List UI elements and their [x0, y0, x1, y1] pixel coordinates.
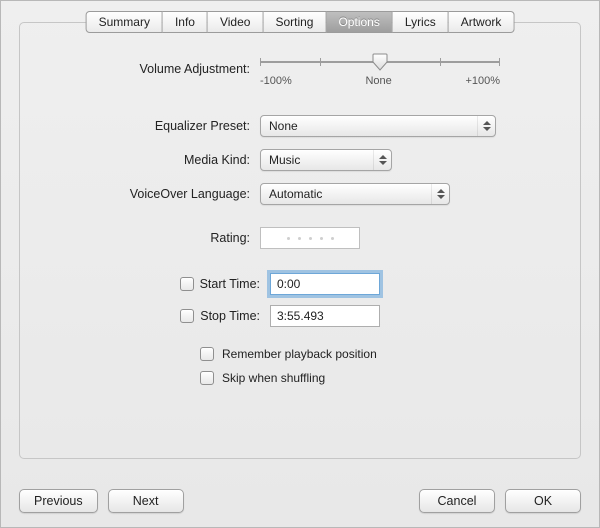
- volume-label: Volume Adjustment:: [40, 62, 260, 76]
- equalizer-label: Equalizer Preset:: [40, 119, 260, 133]
- stop-time-input[interactable]: [270, 305, 380, 327]
- tab-options[interactable]: Options: [326, 11, 392, 33]
- media-kind-value: Music: [269, 153, 300, 167]
- slider-mid-label: None: [365, 75, 391, 87]
- remember-checkbox[interactable]: [200, 347, 214, 361]
- skip-label: Skip when shuffling: [222, 371, 325, 385]
- previous-button[interactable]: Previous: [19, 489, 98, 513]
- tab-sorting[interactable]: Sorting: [263, 11, 326, 33]
- media-kind-popup[interactable]: Music: [260, 149, 392, 171]
- next-button[interactable]: Next: [108, 489, 184, 513]
- tab-lyrics[interactable]: Lyrics: [393, 11, 449, 33]
- tab-artwork[interactable]: Artwork: [449, 11, 515, 33]
- updown-icon: [477, 116, 495, 136]
- options-dialog: Summary Info Video Sorting Options Lyric…: [0, 0, 600, 528]
- volume-slider[interactable]: -100% None +100%: [260, 51, 500, 87]
- voiceover-popup[interactable]: Automatic: [260, 183, 450, 205]
- tab-video[interactable]: Video: [208, 11, 263, 33]
- updown-icon: [431, 184, 449, 204]
- stop-time-label: Stop Time:: [200, 309, 260, 323]
- voiceover-label: VoiceOver Language:: [40, 187, 260, 201]
- equalizer-value: None: [269, 119, 298, 133]
- remember-label: Remember playback position: [222, 347, 377, 361]
- updown-icon: [373, 150, 391, 170]
- rating-field[interactable]: [260, 227, 360, 249]
- start-time-input[interactable]: [270, 273, 380, 295]
- options-content: Volume Adjustment:: [40, 51, 560, 438]
- skip-checkbox[interactable]: [200, 371, 214, 385]
- voiceover-value: Automatic: [269, 187, 322, 201]
- slider-max-label: +100%: [465, 75, 500, 87]
- start-time-label: Start Time:: [200, 277, 260, 291]
- slider-min-label: -100%: [260, 75, 292, 87]
- equalizer-popup[interactable]: None: [260, 115, 496, 137]
- tab-bar: Summary Info Video Sorting Options Lyric…: [86, 11, 515, 33]
- ok-button[interactable]: OK: [505, 489, 581, 513]
- rating-label: Rating:: [40, 231, 260, 245]
- media-kind-label: Media Kind:: [40, 153, 260, 167]
- tab-summary[interactable]: Summary: [86, 11, 163, 33]
- options-group: Volume Adjustment:: [19, 22, 581, 459]
- tab-info[interactable]: Info: [163, 11, 208, 33]
- stop-time-checkbox[interactable]: [180, 309, 194, 323]
- start-time-checkbox[interactable]: [180, 277, 194, 291]
- cancel-button[interactable]: Cancel: [419, 489, 495, 513]
- footer: Previous Next Cancel OK: [19, 489, 581, 513]
